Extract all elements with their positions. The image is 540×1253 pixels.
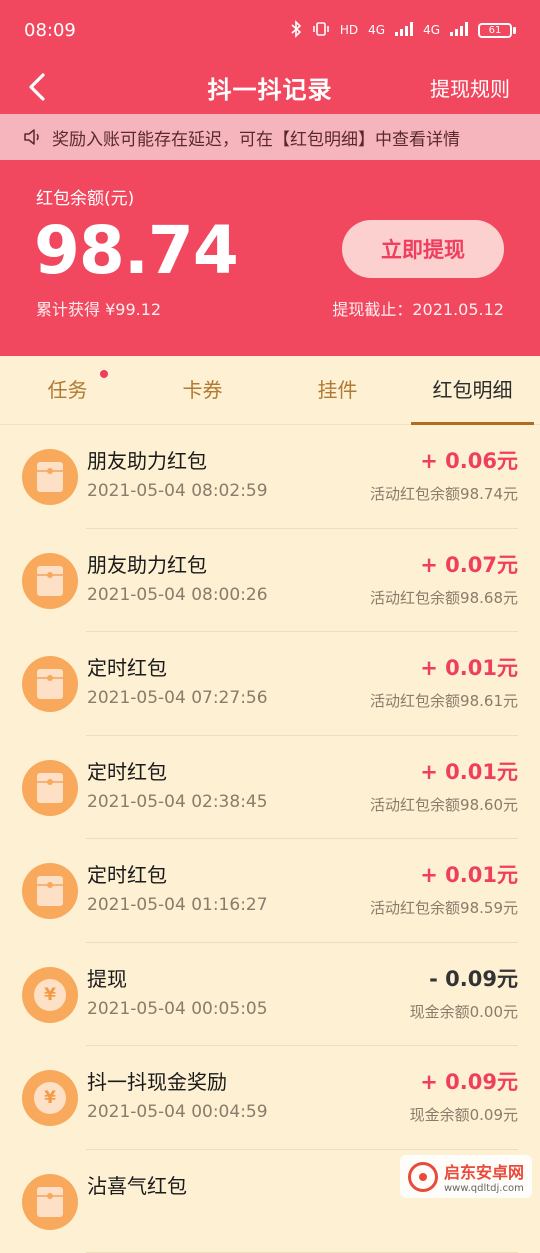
red-packet-icon	[22, 449, 78, 505]
tab-coupons[interactable]: 卡券	[135, 356, 270, 424]
chevron-left-icon	[27, 72, 47, 102]
record-amount: + 0.01元	[420, 756, 518, 786]
status-icons: HD 4G 4G 61	[290, 20, 516, 41]
speaker-icon	[22, 127, 42, 147]
signal-4g-label: 4G	[368, 23, 385, 37]
signal-icon-2	[450, 22, 468, 39]
signal-4g-label-2: 4G	[423, 23, 440, 37]
list-item[interactable]: ¥ 抖一抖现金奖励 2021-05-04 00:04:59 + 0.09元 现金…	[0, 1046, 540, 1150]
total-earned: 累计获得 ¥99.12	[36, 296, 161, 320]
notice-bar[interactable]: 奖励入账可能存在延迟，可在【红包明细】中查看详情	[0, 114, 540, 160]
list-item[interactable]: 朋友助力红包 2021-05-04 08:02:59 + 0.06元 活动红包余…	[0, 425, 540, 529]
record-amount: + 0.06元	[420, 445, 518, 475]
back-button[interactable]	[20, 70, 54, 104]
tab-red-packet-details[interactable]: 红包明细	[405, 356, 540, 424]
record-amount: + 0.09元	[420, 1066, 518, 1096]
record-balance: 活动红包余额98.59元	[370, 897, 518, 918]
red-packet-icon	[22, 760, 78, 816]
withdraw-rules-link[interactable]: 提现规则	[430, 73, 510, 102]
hd-icon: HD	[340, 23, 358, 37]
record-time: 2021-05-04 02:38:45	[87, 792, 268, 812]
list-item[interactable]: 定时红包 2021-05-04 07:27:56 + 0.01元 活动红包余额9…	[0, 632, 540, 736]
notification-dot	[100, 370, 108, 378]
withdraw-deadline: 提现截止：2021.05.12	[332, 296, 504, 320]
status-time: 08:09	[24, 20, 76, 41]
record-amount: + 0.07元	[420, 549, 518, 579]
record-time: 2021-05-04 00:05:05	[87, 999, 268, 1019]
watermark: 启东安卓网 www.qdltdj.com	[400, 1155, 532, 1198]
record-balance: 现金余额0.09元	[410, 1104, 518, 1125]
tab-label: 红包明细	[433, 378, 513, 402]
list-item[interactable]: 定时红包 2021-05-04 02:38:45 + 0.01元 活动红包余额9…	[0, 736, 540, 840]
signal-icon	[395, 22, 413, 39]
record-time: 2021-05-04 08:02:59	[87, 481, 268, 501]
record-balance: 现金余额0.00元	[410, 1001, 518, 1022]
battery-level: 61	[478, 23, 512, 38]
record-balance: 活动红包余额98.74元	[370, 483, 518, 504]
header-area: 08:09 HD 4G 4G 61 抖一抖	[0, 0, 540, 356]
watermark-url: www.qdltdj.com	[444, 1183, 524, 1194]
watermark-name: 启东安卓网	[444, 1159, 524, 1183]
record-title: 定时红包	[87, 756, 167, 785]
record-amount: + 0.01元	[420, 652, 518, 682]
vibrate-icon	[312, 20, 330, 41]
record-title: 定时红包	[87, 652, 167, 681]
balance-amount: 98.74	[34, 212, 238, 289]
red-packet-icon	[22, 656, 78, 712]
record-title: 沾喜气红包	[87, 1170, 187, 1199]
red-packet-icon	[22, 553, 78, 609]
record-title: 提现	[87, 963, 127, 992]
tab-pendants[interactable]: 挂件	[270, 356, 405, 424]
list-item[interactable]: ¥ 提现 2021-05-04 00:05:05 - 0.09元 现金余额0.0…	[0, 943, 540, 1047]
balance-card: 红包余额(元) 98.74 累计获得 ¥99.12 立即提现 提现截止：2021…	[0, 160, 540, 356]
nav-bar: 抖一抖记录 提现规则	[0, 60, 540, 114]
red-packet-icon	[22, 1174, 78, 1230]
record-time: 2021-05-04 07:27:56	[87, 688, 268, 708]
record-balance: 活动红包余额98.68元	[370, 587, 518, 608]
record-amount: - 0.09元	[429, 963, 518, 993]
balance-label: 红包余额(元)	[36, 184, 134, 209]
red-packet-icon	[22, 863, 78, 919]
record-title: 定时红包	[87, 859, 167, 888]
list-item[interactable]: 朋友助力红包 2021-05-04 08:00:26 + 0.07元 活动红包余…	[0, 529, 540, 633]
record-balance: 活动红包余额98.60元	[370, 794, 518, 815]
record-title: 抖一抖现金奖励	[87, 1066, 227, 1095]
page-title: 抖一抖记录	[208, 70, 333, 105]
notice-text: 奖励入账可能存在延迟，可在【红包明细】中查看详情	[52, 125, 460, 150]
record-time: 2021-05-04 08:00:26	[87, 585, 268, 605]
record-time: 2021-05-04 00:04:59	[87, 1102, 268, 1122]
record-time: 2021-05-04 01:16:27	[87, 895, 268, 915]
watermark-logo-icon	[408, 1162, 438, 1192]
record-title: 朋友助力红包	[87, 549, 207, 578]
record-title: 朋友助力红包	[87, 445, 207, 474]
tab-bar: 任务 卡券 挂件 红包明细	[0, 356, 540, 425]
record-amount: + 0.01元	[420, 859, 518, 889]
status-bar: 08:09 HD 4G 4G 61	[0, 0, 540, 60]
tab-label: 挂件	[318, 378, 358, 402]
withdraw-now-button[interactable]: 立即提现	[342, 220, 504, 278]
yuan-coin-icon: ¥	[22, 967, 78, 1023]
list-item[interactable]: 定时红包 2021-05-04 01:16:27 + 0.01元 活动红包余额9…	[0, 839, 540, 943]
tab-label: 卡券	[183, 378, 223, 402]
yuan-coin-icon: ¥	[22, 1070, 78, 1126]
tab-tasks[interactable]: 任务	[0, 356, 135, 424]
battery-icon: 61	[478, 23, 516, 38]
record-balance: 活动红包余额98.61元	[370, 690, 518, 711]
tab-label: 任务	[48, 378, 88, 402]
record-list: 朋友助力红包 2021-05-04 08:02:59 + 0.06元 活动红包余…	[0, 425, 540, 1253]
bluetooth-icon	[290, 20, 302, 41]
